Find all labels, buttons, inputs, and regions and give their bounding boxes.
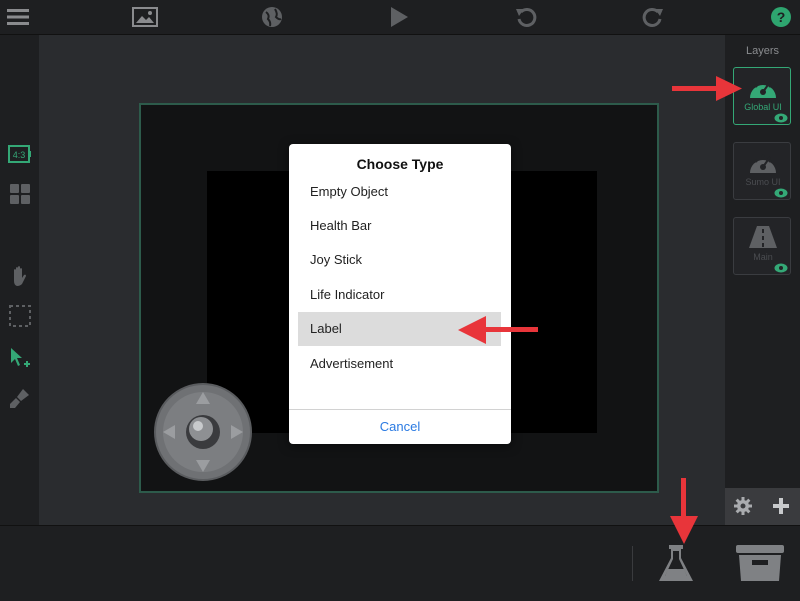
layers-panel: Layers Global UI Sumo UI Main bbox=[725, 35, 800, 525]
layer-label: Sumo UI bbox=[745, 177, 781, 187]
left-toolbar: 4:3 bbox=[0, 35, 39, 525]
plus-icon[interactable] bbox=[773, 498, 789, 514]
hand-icon[interactable] bbox=[7, 263, 33, 289]
help-icon[interactable]: ? bbox=[768, 5, 794, 29]
flask-icon[interactable] bbox=[656, 543, 696, 583]
globe-icon[interactable] bbox=[259, 5, 285, 29]
gear-icon[interactable] bbox=[734, 497, 752, 515]
brush-icon[interactable] bbox=[7, 385, 33, 411]
grid-icon[interactable] bbox=[7, 181, 33, 207]
svg-text:?: ? bbox=[777, 9, 786, 25]
option-life-indicator[interactable]: Life Indicator bbox=[298, 278, 501, 312]
eye-icon[interactable] bbox=[774, 263, 788, 273]
option-health-bar[interactable]: Health Bar bbox=[298, 209, 501, 243]
choose-type-dialog: Choose Type Empty Object Health Bar Joy … bbox=[289, 144, 511, 444]
annotation-arrow-left bbox=[458, 316, 538, 344]
archive-icon[interactable] bbox=[735, 544, 785, 582]
top-toolbar: ? bbox=[0, 0, 800, 35]
layer-label: Main bbox=[753, 252, 773, 262]
divider bbox=[632, 546, 633, 581]
eye-icon[interactable] bbox=[774, 113, 788, 123]
redo-icon[interactable] bbox=[640, 5, 666, 29]
layer-sumo-ui[interactable]: Sumo UI bbox=[733, 142, 791, 200]
gauge-icon bbox=[750, 154, 776, 173]
pointer-icon[interactable] bbox=[7, 345, 33, 371]
selection-icon[interactable] bbox=[7, 303, 33, 329]
annotation-arrow-right bbox=[672, 76, 742, 101]
play-icon[interactable] bbox=[386, 5, 412, 29]
road-icon bbox=[749, 226, 777, 248]
image-icon[interactable] bbox=[132, 5, 158, 29]
undo-icon[interactable] bbox=[513, 5, 539, 29]
gauge-icon bbox=[750, 79, 776, 98]
option-empty-object[interactable]: Empty Object bbox=[298, 175, 501, 209]
option-joy-stick[interactable]: Joy Stick bbox=[298, 243, 501, 277]
aspect-ratio-icon[interactable]: 4:3 bbox=[7, 141, 33, 167]
aspect-ratio-label: 4:3 bbox=[13, 150, 26, 160]
joystick-widget[interactable] bbox=[153, 382, 253, 482]
layers-title: Layers bbox=[745, 45, 780, 57]
menu-icon[interactable] bbox=[5, 5, 31, 29]
layer-actions bbox=[725, 488, 800, 525]
annotation-arrow-down bbox=[670, 478, 698, 544]
dialog-title: Choose Type bbox=[356, 156, 444, 172]
option-advertisement[interactable]: Advertisement bbox=[298, 347, 501, 381]
cancel-button[interactable]: Cancel bbox=[289, 410, 511, 444]
layer-main[interactable]: Main bbox=[733, 217, 791, 275]
eye-icon[interactable] bbox=[774, 188, 788, 198]
